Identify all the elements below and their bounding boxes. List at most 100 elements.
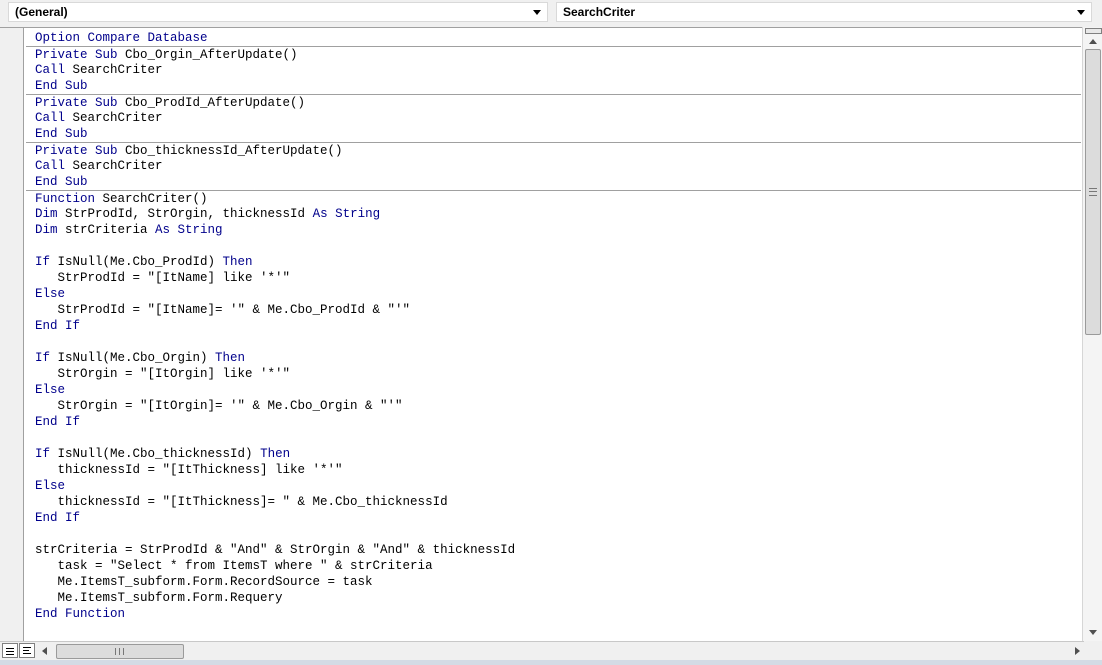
- code-keyword: End If: [35, 511, 81, 525]
- code-line[interactable]: Else: [26, 382, 1081, 398]
- code-text: SearchCriter: [65, 111, 163, 125]
- code-line[interactable]: End Function: [26, 606, 1081, 622]
- code-text: StrProdId = "[ItName] like '*'": [35, 271, 291, 285]
- code-text: thicknessId = "[ItThickness]= " & Me.Cbo…: [35, 495, 448, 509]
- code-keyword: Function: [35, 192, 96, 206]
- code-editor[interactable]: Option Compare Database Private Sub Cbo_O…: [0, 27, 1102, 641]
- code-keyword: End If: [35, 319, 81, 333]
- code-line[interactable]: End Sub: [26, 78, 1081, 94]
- object-dropdown-value: (General): [15, 5, 68, 19]
- code-text: Cbo_thicknessId_AfterUpdate(): [117, 144, 343, 158]
- code-keyword: Call: [35, 159, 66, 173]
- code-line[interactable]: Private Sub Cbo_thicknessId_AfterUpdate(…: [26, 142, 1081, 158]
- code-pane[interactable]: Option Compare Database Private Sub Cbo_O…: [26, 30, 1081, 638]
- bottom-bar: [0, 641, 1102, 660]
- code-keyword: Call: [35, 63, 66, 77]
- code-keyword: End If: [35, 415, 81, 429]
- code-line[interactable]: strCriteria = StrProdId & "And" & StrOrg…: [26, 542, 1081, 558]
- code-line[interactable]: StrProdId = "[ItName] like '*'": [26, 270, 1081, 286]
- code-keyword: As String: [312, 207, 381, 221]
- code-keyword: If: [35, 447, 51, 461]
- code-line[interactable]: If IsNull(Me.Cbo_Orgin) Then: [26, 350, 1081, 366]
- code-text: SearchCriter(): [95, 192, 208, 206]
- scroll-left-arrow-icon[interactable]: [42, 647, 47, 655]
- margin-indicator-bar[interactable]: [0, 28, 24, 641]
- scroll-up-arrow-icon[interactable]: [1089, 39, 1097, 44]
- code-text: SearchCriter: [65, 63, 163, 77]
- code-text: strCriteria = StrProdId & "And" & StrOrg…: [35, 543, 516, 557]
- code-line[interactable]: task = "Select * from ItemsT where " & s…: [26, 558, 1081, 574]
- code-keyword: Call: [35, 111, 66, 125]
- code-line[interactable]: [26, 334, 1081, 350]
- code-keyword: Then: [215, 351, 246, 365]
- procedure-dropdown[interactable]: SearchCriter: [556, 2, 1092, 22]
- object-dropdown[interactable]: (General): [8, 2, 548, 22]
- code-line[interactable]: Function SearchCriter(): [26, 190, 1081, 206]
- code-keyword: Else: [35, 287, 66, 301]
- code-text: IsNull(Me.Cbo_ProdId): [50, 255, 223, 269]
- code-keyword: If: [35, 255, 51, 269]
- chevron-down-icon[interactable]: [1077, 10, 1085, 15]
- code-line[interactable]: Dim strCriteria As String: [26, 222, 1081, 238]
- code-line[interactable]: StrOrgin = "[ItOrgin]= '" & Me.Cbo_Orgin…: [26, 398, 1081, 414]
- code-line[interactable]: End If: [26, 414, 1081, 430]
- grip-icon: [1089, 188, 1097, 196]
- code-text: task = "Select * from ItemsT where " & s…: [35, 559, 433, 573]
- vertical-scroll-thumb[interactable]: [1085, 49, 1101, 335]
- chevron-down-icon[interactable]: [533, 10, 541, 15]
- code-line[interactable]: [26, 430, 1081, 446]
- procedure-view-button[interactable]: [2, 643, 18, 658]
- code-line[interactable]: Me.ItemsT_subform.Form.Requery: [26, 590, 1081, 606]
- code-line[interactable]: Else: [26, 478, 1081, 494]
- scroll-right-arrow-icon[interactable]: [1075, 647, 1080, 655]
- code-line[interactable]: End Sub: [26, 126, 1081, 142]
- code-line[interactable]: End If: [26, 510, 1081, 526]
- code-line[interactable]: [26, 238, 1081, 254]
- code-line[interactable]: Private Sub Cbo_ProdId_AfterUpdate(): [26, 94, 1081, 110]
- code-line[interactable]: Else: [26, 286, 1081, 302]
- split-bar[interactable]: [1085, 28, 1102, 34]
- code-line[interactable]: Option Compare Database: [26, 30, 1081, 46]
- code-line[interactable]: Call SearchCriter: [26, 62, 1081, 78]
- scrollbar-corner: [1084, 641, 1102, 660]
- procedure-dropdown-value: SearchCriter: [563, 5, 636, 19]
- scroll-down-arrow-icon[interactable]: [1089, 630, 1097, 635]
- full-module-view-button[interactable]: [19, 643, 35, 658]
- code-text: SearchCriter: [65, 159, 163, 173]
- code-line[interactable]: If IsNull(Me.Cbo_ProdId) Then: [26, 254, 1081, 270]
- code-line[interactable]: Call SearchCriter: [26, 110, 1081, 126]
- code-text: Me.ItemsT_subform.Form.RecordSource = ta…: [35, 575, 373, 589]
- code-line[interactable]: Me.ItemsT_subform.Form.RecordSource = ta…: [26, 574, 1081, 590]
- code-line[interactable]: Private Sub Cbo_Orgin_AfterUpdate(): [26, 46, 1081, 62]
- vertical-scrollbar[interactable]: [1082, 27, 1102, 641]
- code-line[interactable]: thicknessId = "[ItThickness]= " & Me.Cbo…: [26, 494, 1081, 510]
- code-line[interactable]: Dim StrProdId, StrOrgin, thicknessId As …: [26, 206, 1081, 222]
- code-line[interactable]: Call SearchCriter: [26, 158, 1081, 174]
- code-line[interactable]: [26, 526, 1081, 542]
- code-keyword: Dim: [35, 223, 58, 237]
- code-text: thicknessId = "[ItThickness] like '*'": [35, 463, 343, 477]
- code-text: strCriteria: [57, 223, 156, 237]
- code-line[interactable]: thicknessId = "[ItThickness] like '*'": [26, 462, 1081, 478]
- code-keyword: Then: [260, 447, 291, 461]
- window-bottom-edge: [0, 660, 1102, 665]
- code-keyword: End Sub: [35, 127, 88, 141]
- code-text: Me.ItemsT_subform.Form.Requery: [35, 591, 283, 605]
- code-line[interactable]: StrOrgin = "[ItOrgin] like '*'": [26, 366, 1081, 382]
- code-keyword: Else: [35, 479, 66, 493]
- code-line[interactable]: StrProdId = "[ItName]= '" & Me.Cbo_ProdI…: [26, 302, 1081, 318]
- horizontal-scrollbar[interactable]: [38, 643, 1084, 659]
- full-module-view-icon: [23, 647, 31, 648]
- code-keyword: As String: [155, 223, 223, 237]
- code-keyword: Private Sub: [35, 48, 118, 62]
- code-line[interactable]: End Sub: [26, 174, 1081, 190]
- code-keyword: End Sub: [35, 79, 88, 93]
- code-line[interactable]: If IsNull(Me.Cbo_thicknessId) Then: [26, 446, 1081, 462]
- code-text: IsNull(Me.Cbo_Orgin): [50, 351, 216, 365]
- horizontal-scroll-thumb[interactable]: [56, 644, 184, 659]
- code-keyword: End Function: [35, 607, 126, 621]
- code-line[interactable]: End If: [26, 318, 1081, 334]
- code-keyword: Private Sub: [35, 144, 118, 158]
- code-keyword: If: [35, 351, 51, 365]
- code-text: IsNull(Me.Cbo_thicknessId): [50, 447, 261, 461]
